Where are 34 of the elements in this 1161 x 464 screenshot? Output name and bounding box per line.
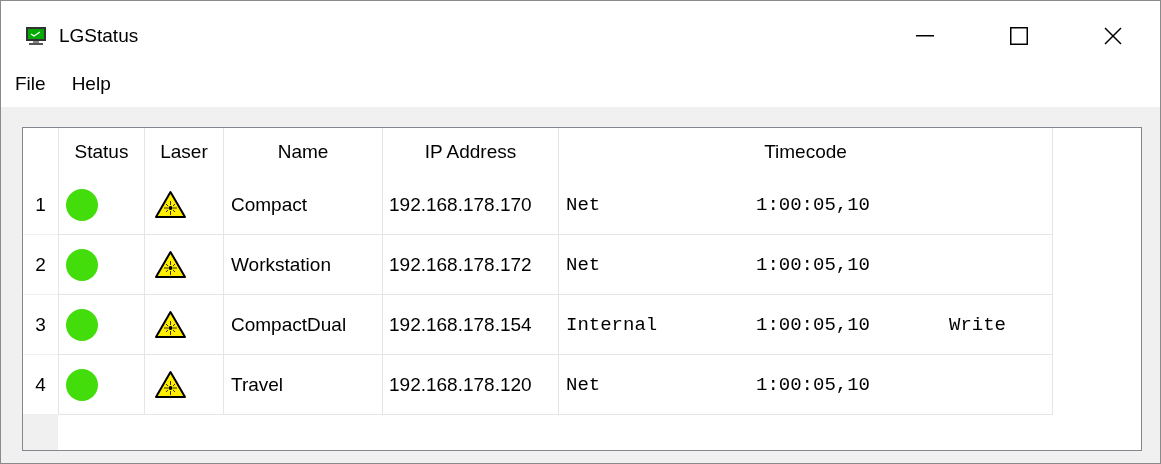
column-header[interactable]: Status bbox=[58, 128, 144, 175]
timecode-value: 1:00:05,10 bbox=[756, 373, 872, 396]
timecode-mode: Write bbox=[949, 313, 1007, 336]
row-header-background bbox=[23, 415, 58, 450]
table-cell: 192.168.178.170 bbox=[382, 175, 558, 235]
timecode-source: Net bbox=[566, 253, 602, 276]
table-cell: CompactDual bbox=[223, 295, 382, 355]
laser-warning-icon bbox=[154, 190, 187, 219]
column-header[interactable]: Laser bbox=[144, 128, 223, 175]
table-cell: Workstation bbox=[223, 235, 382, 295]
timecode-value: 1:00:05,10 bbox=[756, 253, 872, 276]
close-icon bbox=[1104, 27, 1122, 45]
timecode-value: 1:00:05,10 bbox=[756, 313, 872, 336]
table-cell: 192.168.178.172 bbox=[382, 235, 558, 295]
timecode-value: 1:00:05,10 bbox=[756, 193, 872, 216]
menu-item[interactable]: File bbox=[5, 71, 56, 95]
monitor-icon bbox=[25, 26, 47, 46]
minimize-icon bbox=[916, 35, 934, 37]
column-header[interactable]: IP Address bbox=[382, 128, 558, 175]
laser-warning-icon bbox=[154, 310, 187, 339]
timecode-source: Net bbox=[566, 373, 602, 396]
table-cell: 192.168.178.120 bbox=[382, 355, 558, 415]
timecode-source: Net bbox=[566, 193, 602, 216]
window-title: LGStatus bbox=[59, 25, 139, 47]
column-header[interactable]: Timecode bbox=[558, 128, 1053, 175]
table-cell: Travel bbox=[223, 355, 382, 415]
table-cell: 192.168.178.154 bbox=[382, 295, 558, 355]
maximize-icon bbox=[1010, 27, 1028, 45]
table-cell: Compact bbox=[223, 175, 382, 235]
laser-warning-icon bbox=[154, 370, 187, 399]
laser-warning-icon bbox=[154, 250, 187, 279]
column-header[interactable]: Name bbox=[223, 128, 382, 175]
menu-item[interactable]: Help bbox=[61, 71, 121, 95]
timecode-source: Internal bbox=[566, 313, 659, 336]
